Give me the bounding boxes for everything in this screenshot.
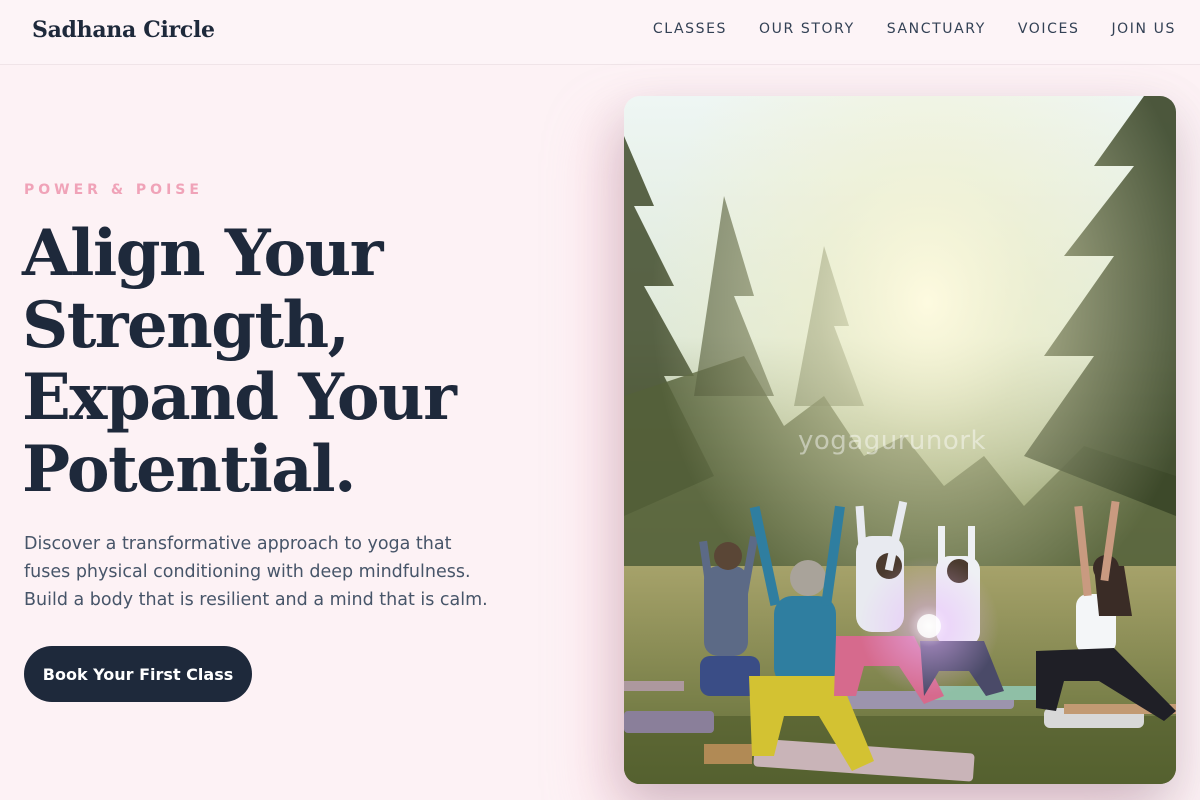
nav-link-sanctuary[interactable]: SANCTUARY	[887, 21, 986, 37]
nav-link-our-story[interactable]: OUR STORY	[759, 21, 855, 37]
headline-line: Align Your	[22, 216, 383, 291]
headline-line: Potential.	[22, 432, 356, 507]
headline-line: Strength,	[22, 288, 350, 363]
photo-watermark: yogagurunork	[798, 426, 987, 456]
site-header: Sadhana Circle CLASSES OUR STORY SANCTUA…	[0, 0, 1200, 65]
description-line: Build a body that is resilient and a min…	[24, 590, 488, 610]
nav-link-classes[interactable]: CLASSES	[653, 21, 727, 37]
hero-headline: Align Your Strength, Expand Your Potenti…	[22, 218, 582, 506]
nav-link-join-us[interactable]: JOIN US	[1111, 21, 1176, 37]
nav-link-voices[interactable]: VOICES	[1018, 21, 1080, 37]
book-first-class-button[interactable]: Book Your First Class	[24, 646, 252, 702]
brand-logo[interactable]: Sadhana Circle	[32, 17, 215, 43]
hero-eyebrow: POWER & POISE	[24, 182, 203, 198]
main-nav: CLASSES OUR STORY SANCTUARY VOICES JOIN …	[653, 21, 1176, 37]
hero-description: Discover a transformative approach to yo…	[24, 530, 494, 614]
description-line: Discover a transformative approach to yo…	[24, 534, 452, 554]
hero-photo: yogagurunork	[624, 96, 1176, 784]
description-line: fuses physical conditioning with deep mi…	[24, 562, 471, 582]
headline-line: Expand Your	[22, 360, 457, 435]
